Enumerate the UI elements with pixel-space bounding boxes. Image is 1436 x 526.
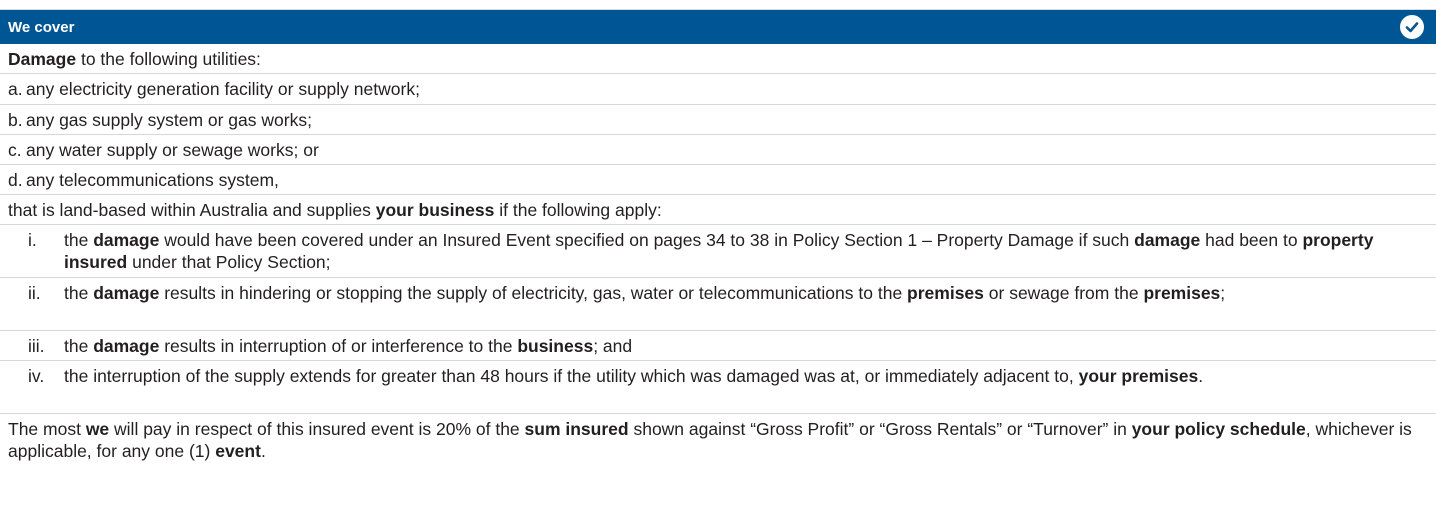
check-circle-icon [1400, 15, 1424, 39]
intro-text: Damage to the following utilities: [8, 48, 261, 69]
list-item: b. any gas supply system or gas works; [0, 105, 1436, 135]
intro-row: Damage to the following utilities: [0, 44, 1436, 74]
footer-limit: The most we will pay in respect of this … [0, 414, 1436, 468]
list-label: b. [8, 109, 23, 130]
list-text: any gas supply system or gas works; [26, 109, 312, 130]
sub-text: the damage results in hindering or stopp… [64, 283, 1226, 303]
sub-item: i. the damage would have been covered un… [0, 225, 1436, 278]
condition-text: that is land-based within Australia and … [8, 199, 662, 220]
condition-row: that is land-based within Australia and … [0, 195, 1436, 225]
list-text: any telecommunications system, [26, 169, 279, 190]
sub-label: ii. [28, 283, 41, 303]
sub-item: iv. the interruption of the supply exten… [0, 361, 1436, 414]
list-text: any electricity generation facility or s… [26, 79, 420, 99]
top-divider [0, 0, 1436, 10]
sub-text: the damage would have been covered under… [64, 230, 1374, 272]
section-title: We cover [8, 18, 75, 36]
cover-panel: We cover Damage to the following utiliti… [0, 0, 1436, 526]
sub-label: iv. [28, 366, 45, 386]
section-header: We cover [0, 10, 1436, 44]
list-label: c. [8, 139, 22, 160]
list-label: d. [8, 169, 23, 190]
sub-text: the damage results in interruption of or… [64, 335, 633, 356]
list-label: a. [8, 79, 23, 99]
sub-label: iii. [28, 335, 45, 356]
footer-text: The most we will pay in respect of this … [8, 419, 1412, 461]
sub-label: i. [28, 230, 37, 250]
list-text: any water supply or sewage works; or [26, 139, 319, 160]
list-item: c. any water supply or sewage works; or [0, 135, 1436, 165]
sub-text: the interruption of the supply extends f… [64, 366, 1204, 386]
sub-item: iii. the damage results in interruption … [0, 331, 1436, 361]
list-item: a. any electricity generation facility o… [0, 74, 1436, 105]
list-item: d. any telecommunications system, [0, 165, 1436, 195]
sub-item: ii. the damage results in hindering or s… [0, 278, 1436, 331]
